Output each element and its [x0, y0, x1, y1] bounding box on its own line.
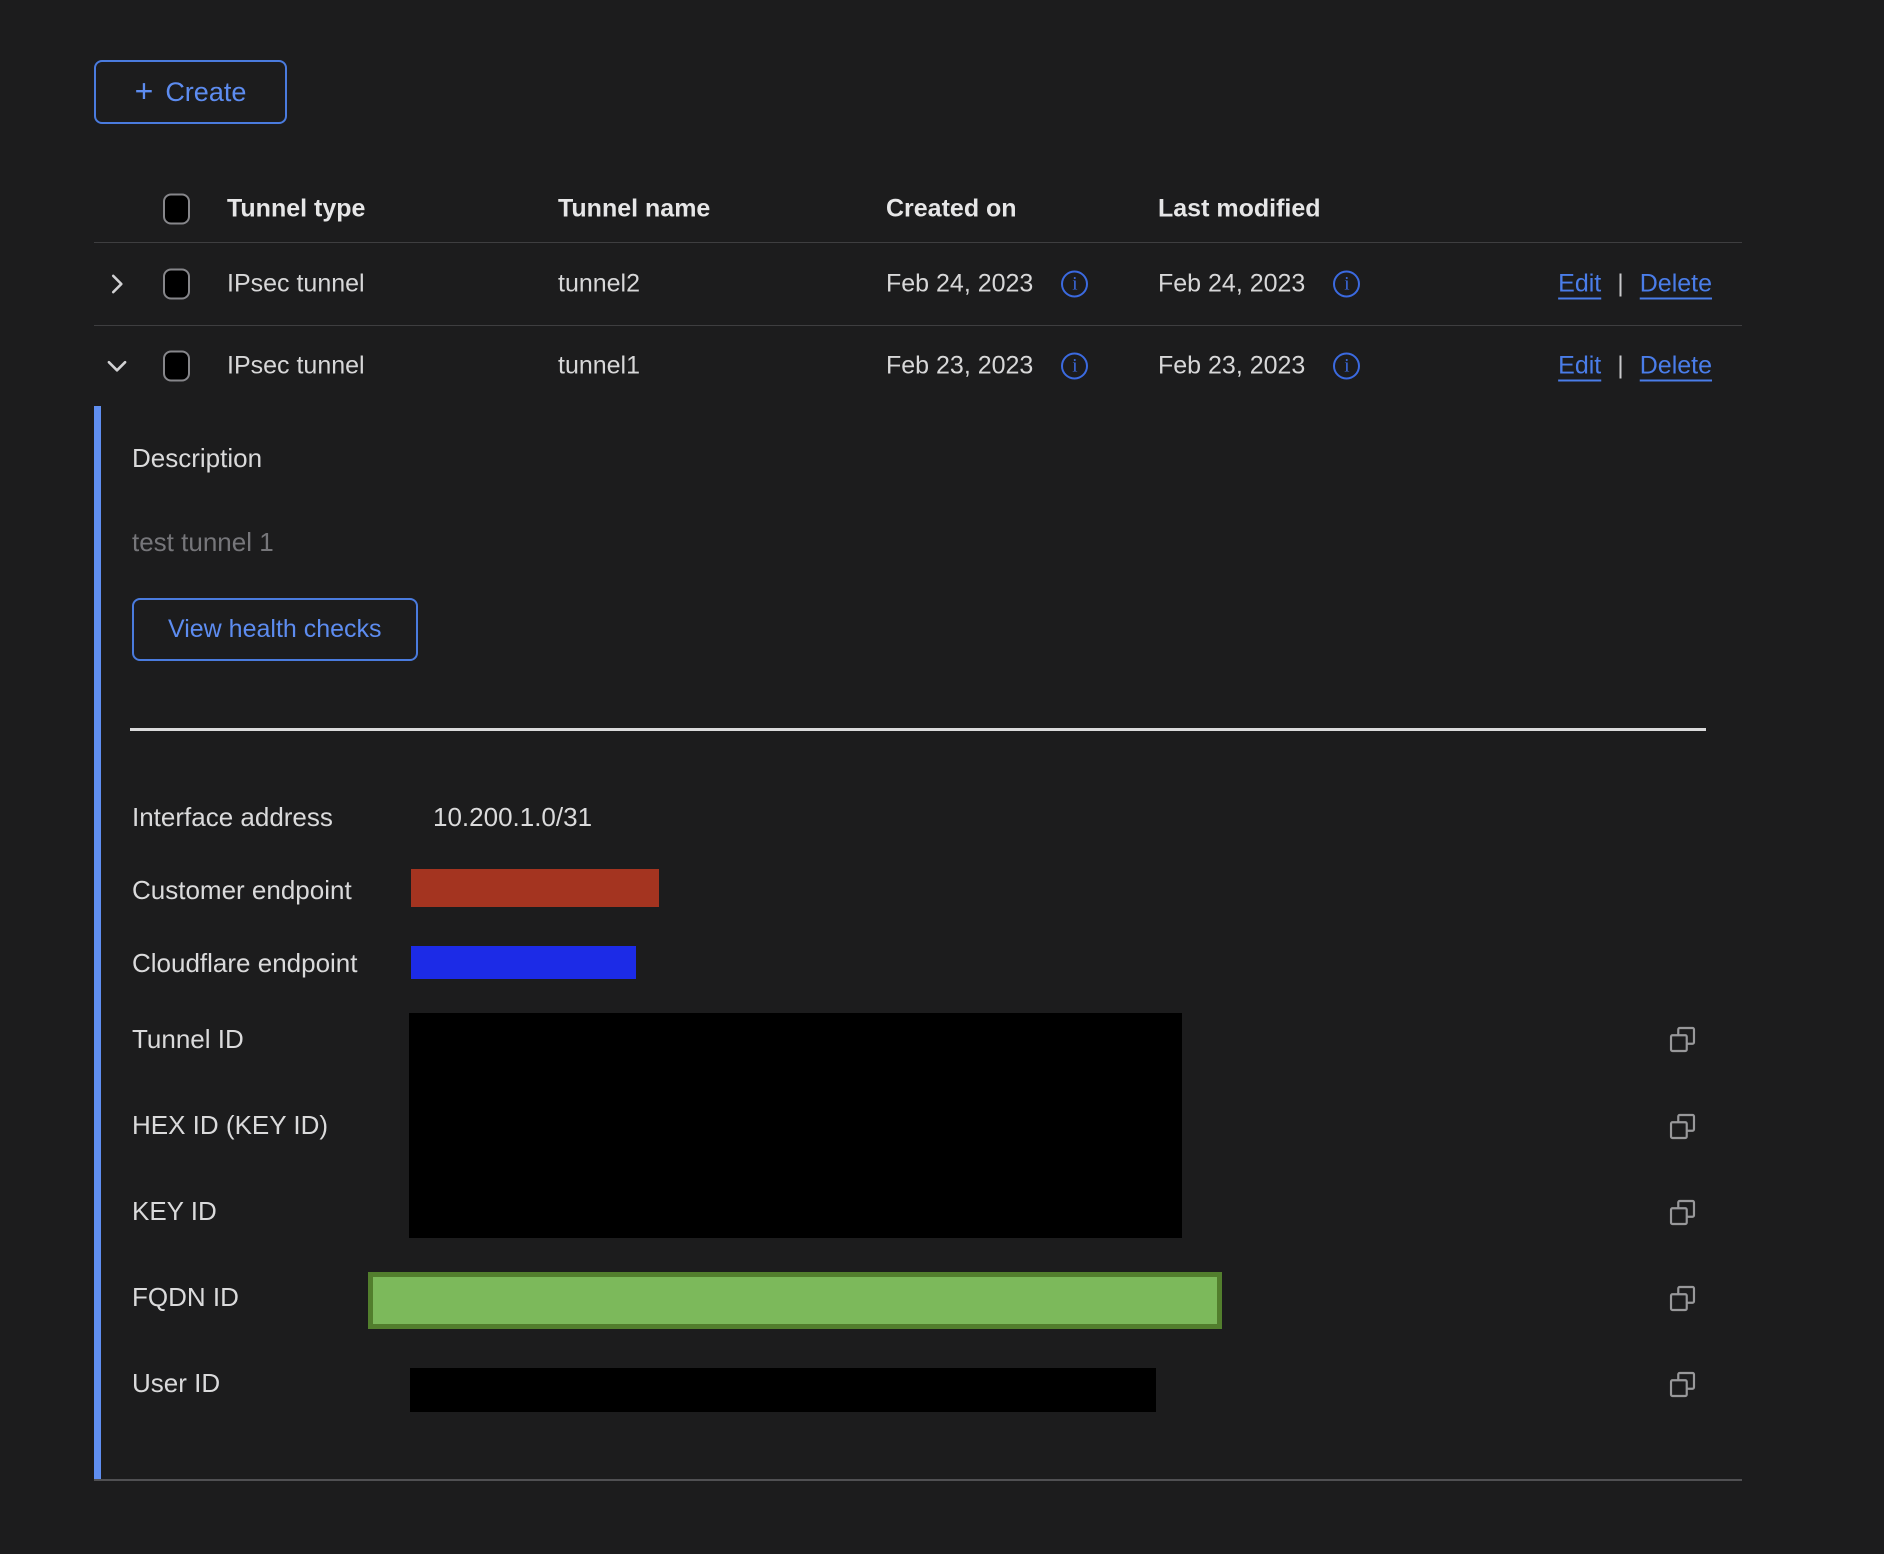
fqdn-id-redaction — [368, 1272, 1222, 1329]
create-button-label: Create — [165, 77, 246, 108]
table-header-row: Tunnel type Tunnel name Created on Last … — [94, 175, 1742, 243]
hex-id-label: HEX ID (KEY ID) — [132, 1110, 328, 1141]
delete-link[interactable]: Delete — [1640, 352, 1712, 381]
edit-link[interactable]: Edit — [1558, 352, 1601, 381]
header-tunnel-name: Tunnel name — [558, 194, 710, 223]
tunnel-type-cell: IPsec tunnel — [227, 352, 365, 381]
delete-link[interactable]: Delete — [1640, 270, 1712, 299]
customer-endpoint-label: Customer endpoint — [132, 875, 352, 906]
last-modified-cell: Feb 23, 2023 i — [1158, 352, 1360, 381]
row-actions: Edit | Delete — [1558, 270, 1712, 299]
tunnel-name-cell: tunnel1 — [558, 352, 640, 381]
description-value: test tunnel 1 — [132, 527, 274, 558]
created-on-text: Feb 23, 2023 — [886, 352, 1033, 381]
user-id-redaction — [410, 1368, 1156, 1412]
last-modified-cell: Feb 24, 2023 i — [1158, 270, 1360, 299]
copy-icon-user-id[interactable] — [1668, 1370, 1697, 1399]
created-on-cell: Feb 24, 2023 i — [886, 270, 1088, 299]
header-last-modified: Last modified — [1158, 194, 1321, 223]
actions-separator: | — [1617, 352, 1624, 381]
header-tunnel-type: Tunnel type — [227, 194, 365, 223]
user-id-label: User ID — [132, 1368, 220, 1399]
copy-icon-key-id[interactable] — [1668, 1198, 1697, 1227]
chevron-down-icon[interactable] — [104, 353, 130, 379]
row-checkbox[interactable] — [163, 351, 190, 382]
expanded-indicator-bar — [94, 406, 101, 1479]
plus-icon: + — [135, 75, 154, 107]
tunnel-id-label: Tunnel ID — [132, 1024, 244, 1055]
tunnel-name-cell: tunnel2 — [558, 270, 640, 299]
header-created-on: Created on — [886, 194, 1017, 223]
copy-icon-tunnel-id[interactable] — [1668, 1025, 1697, 1054]
info-icon[interactable]: i — [1333, 353, 1360, 380]
fqdn-id-label: FQDN ID — [132, 1282, 239, 1313]
select-all-checkbox[interactable] — [163, 193, 190, 224]
actions-separator: | — [1617, 270, 1624, 299]
chevron-right-icon[interactable] — [104, 271, 130, 297]
tunnels-table: Tunnel type Tunnel name Created on Last … — [94, 175, 1742, 1481]
customer-endpoint-redaction — [411, 869, 659, 907]
created-on-text: Feb 24, 2023 — [886, 270, 1033, 299]
cloudflare-endpoint-redaction — [411, 946, 636, 979]
tunnels-page: + Create Tunnel type Tunnel name Created… — [0, 0, 1884, 1554]
last-modified-text: Feb 24, 2023 — [1158, 270, 1305, 299]
section-divider — [130, 728, 1706, 731]
row-checkbox[interactable] — [163, 269, 190, 300]
key-id-label: KEY ID — [132, 1196, 217, 1227]
tunnel-type-cell: IPsec tunnel — [227, 270, 365, 299]
edit-link[interactable]: Edit — [1558, 270, 1601, 299]
view-health-checks-button[interactable]: View health checks — [132, 598, 418, 661]
info-icon[interactable]: i — [1061, 353, 1088, 380]
table-row-tunnel1: IPsec tunnel tunnel1 Feb 23, 2023 i Feb … — [94, 326, 1742, 406]
cloudflare-endpoint-label: Cloudflare endpoint — [132, 948, 358, 979]
created-on-cell: Feb 23, 2023 i — [886, 352, 1088, 381]
info-icon[interactable]: i — [1061, 271, 1088, 298]
create-button[interactable]: + Create — [94, 60, 287, 124]
tunnel-details-panel: Description test tunnel 1 View health ch… — [94, 406, 1742, 1481]
info-icon[interactable]: i — [1333, 271, 1360, 298]
interface-address-value: 10.200.1.0/31 — [433, 802, 592, 833]
ids-redaction-block — [409, 1013, 1182, 1238]
interface-address-label: Interface address — [132, 802, 333, 833]
copy-icon-hex-id[interactable] — [1668, 1112, 1697, 1141]
description-label: Description — [132, 443, 262, 474]
copy-icon-fqdn-id[interactable] — [1668, 1284, 1697, 1313]
row-actions: Edit | Delete — [1558, 352, 1712, 381]
table-row-tunnel2: IPsec tunnel tunnel2 Feb 24, 2023 i Feb … — [94, 243, 1742, 326]
last-modified-text: Feb 23, 2023 — [1158, 352, 1305, 381]
